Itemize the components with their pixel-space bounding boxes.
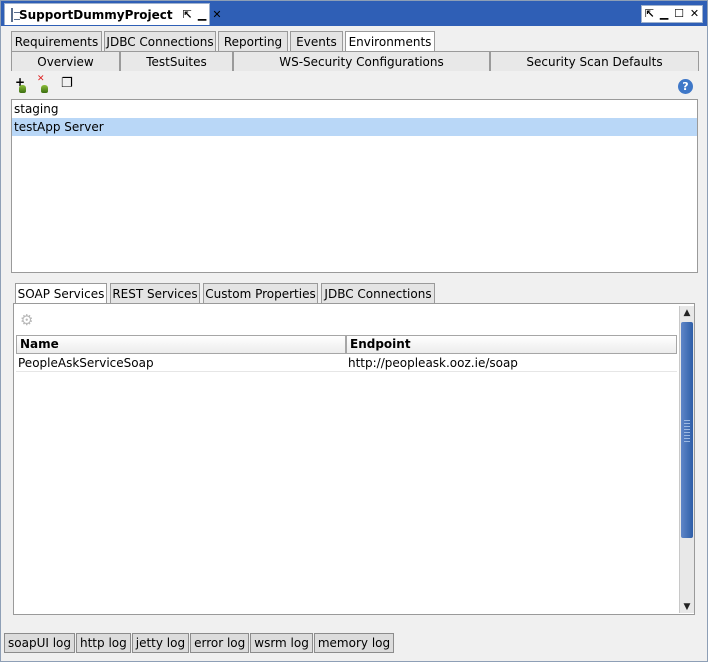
- tab-reporting[interactable]: Reporting: [218, 31, 288, 51]
- tab-memory-log[interactable]: memory log: [313, 633, 395, 653]
- tab-testsuites[interactable]: TestSuites: [120, 51, 233, 71]
- undock-icon[interactable]: ⇱: [645, 7, 654, 21]
- tab-soap-services[interactable]: SOAP Services: [15, 283, 107, 304]
- project-document-icon: [11, 7, 20, 22]
- tab-error-log[interactable]: error log: [190, 633, 250, 653]
- vertical-scrollbar[interactable]: ▲ ▼: [679, 306, 694, 613]
- project-tabs-row-2: Overview TestSuites WS-Security Configur…: [11, 51, 699, 71]
- add-environment-icon[interactable]: +: [15, 75, 31, 95]
- tab-soapui-log[interactable]: soapUI log: [4, 633, 75, 653]
- minimize-window-icon[interactable]: ▁: [660, 7, 668, 21]
- close-window-icon[interactable]: ✕: [690, 7, 699, 21]
- environment-item-staging[interactable]: staging: [12, 100, 697, 118]
- tab-events[interactable]: Events: [290, 31, 343, 51]
- scroll-thumb[interactable]: [681, 322, 693, 538]
- column-header-endpoint[interactable]: Endpoint: [346, 335, 677, 354]
- scroll-down-icon[interactable]: ▼: [680, 601, 694, 614]
- environments-toolbar: + ✕ ❐ ?: [11, 73, 699, 97]
- table-header: Name Endpoint: [16, 335, 677, 354]
- tab-ws-security-configurations[interactable]: WS-Security Configurations: [233, 51, 490, 71]
- window-controls: ⇱ ▁ ☐ ✕: [641, 5, 703, 23]
- project-title: SupportDummyProject: [19, 7, 173, 22]
- environment-detail-tabs: SOAP Services REST Services Custom Prope…: [15, 283, 438, 304]
- pin-icon[interactable]: ⇱: [183, 8, 192, 22]
- column-header-name[interactable]: Name: [16, 335, 346, 354]
- tab-rest-services[interactable]: REST Services: [110, 283, 200, 304]
- gear-icon[interactable]: ⚙: [20, 311, 33, 329]
- environment-list: staging testApp Server: [11, 99, 698, 273]
- clone-environment-icon[interactable]: ❐: [61, 76, 77, 92]
- services-toolbar: ⚙: [14, 304, 694, 334]
- tab-custom-properties[interactable]: Custom Properties: [203, 283, 318, 304]
- database-icon: [19, 85, 26, 93]
- tab-wsrm-log[interactable]: wsrm log: [250, 633, 313, 653]
- services-table: Name Endpoint PeopleAskServiceSoap http:…: [16, 335, 677, 372]
- environment-item-testapp-server[interactable]: testApp Server: [12, 118, 697, 136]
- service-name-cell[interactable]: PeopleAskServiceSoap: [16, 354, 346, 371]
- tab-http-log[interactable]: http log: [76, 633, 131, 653]
- tab-environments[interactable]: Environments: [345, 31, 435, 51]
- project-tab[interactable]: SupportDummyProject ⇱ ▁ ✕: [4, 3, 222, 25]
- delete-x-glyph: ✕: [37, 74, 45, 84]
- log-tabs-bar: soapUI log http log jetty log error log …: [4, 633, 395, 653]
- tab-jetty-log[interactable]: jetty log: [131, 633, 190, 653]
- database-icon: [41, 85, 48, 93]
- title-bar: SupportDummyProject ⇱ ▁ ✕ ⇱ ▁ ☐ ✕: [1, 1, 707, 26]
- table-row[interactable]: PeopleAskServiceSoap http://peopleask.oo…: [16, 354, 677, 372]
- scroll-up-icon[interactable]: ▲: [680, 307, 694, 320]
- project-window: SupportDummyProject ⇱ ▁ ✕ ⇱ ▁ ☐ ✕ Requir…: [0, 0, 708, 662]
- remove-environment-icon[interactable]: ✕: [37, 74, 53, 95]
- tab-security-scan-defaults[interactable]: Security Scan Defaults: [490, 51, 699, 71]
- close-icon[interactable]: ✕: [212, 8, 221, 22]
- tab-overview[interactable]: Overview: [11, 51, 120, 71]
- project-tabs-row-1: Requirements JDBC Connections Reporting …: [11, 31, 437, 51]
- endpoint-cell[interactable]: http://peopleask.ooz.ie/soap: [346, 354, 677, 371]
- tab-requirements[interactable]: Requirements: [11, 31, 102, 51]
- scroll-grip: [684, 420, 690, 442]
- help-icon[interactable]: ?: [678, 79, 693, 94]
- maximize-icon[interactable]: ☐: [674, 7, 684, 21]
- tab-jdbc-connections-detail[interactable]: JDBC Connections: [321, 283, 435, 304]
- minimize-icon[interactable]: ▁: [198, 8, 206, 22]
- soap-services-panel: ⚙ Name Endpoint PeopleAskServiceSoap htt…: [13, 303, 695, 615]
- tab-jdbc-connections[interactable]: JDBC Connections: [104, 31, 216, 51]
